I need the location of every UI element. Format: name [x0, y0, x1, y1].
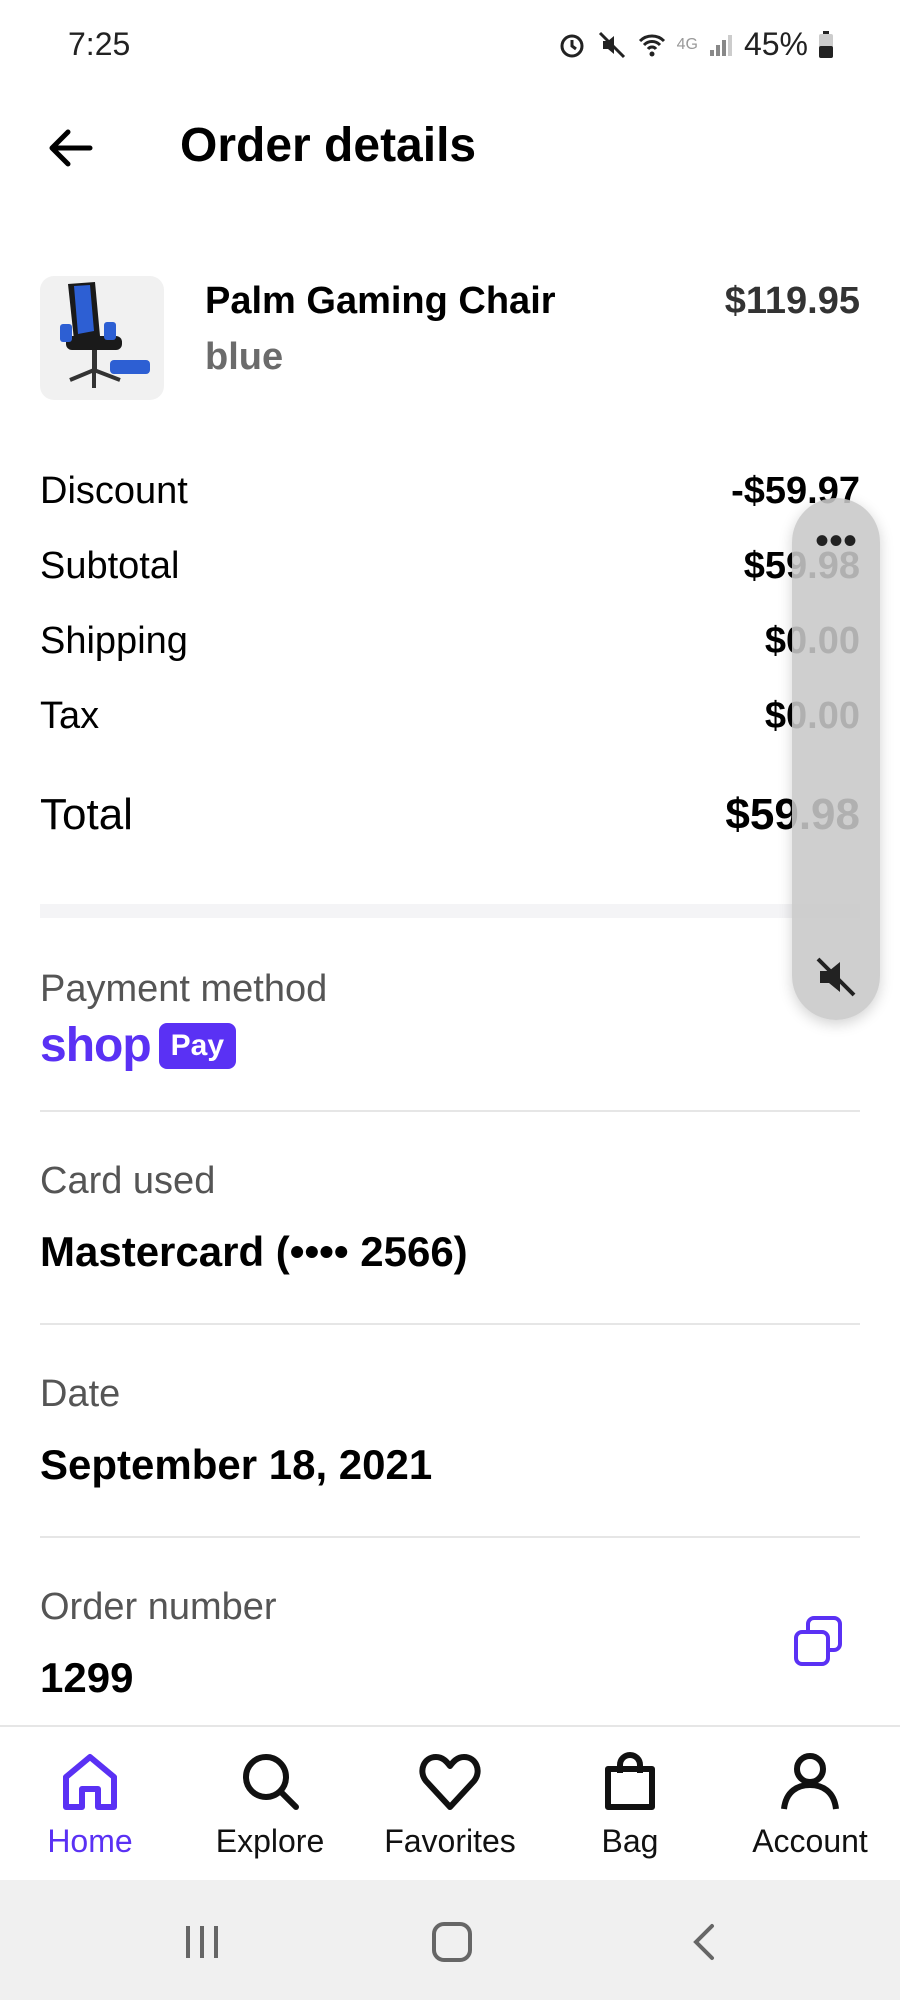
subtotal-label: Subtotal [40, 545, 180, 587]
nav-bag-label: Bag [601, 1823, 659, 1859]
page-title: Order details [180, 119, 477, 172]
copy-icon[interactable] [790, 1614, 846, 1670]
battery-icon [819, 30, 833, 58]
nav-home[interactable]: Home [0, 1747, 180, 1860]
section-separator [40, 904, 860, 918]
tax-label: Tax [40, 695, 100, 737]
bag-icon [605, 1752, 655, 1810]
wifi-icon [638, 34, 665, 56]
nav-explore[interactable]: Explore [180, 1747, 360, 1860]
nav-favorites[interactable]: Favorites [360, 1747, 540, 1860]
product-thumbnail[interactable] [40, 276, 164, 400]
payment-method-label: Payment method [40, 968, 328, 1010]
system-navigation-bar [0, 1880, 900, 2000]
mute-icon [598, 31, 625, 58]
card-used-label: Card used [40, 1160, 216, 1202]
product-variant: blue [205, 336, 284, 378]
system-back-icon[interactable] [682, 1918, 730, 1966]
divider [40, 1110, 860, 1112]
alarm-icon [560, 34, 584, 57]
date-label: Date [40, 1373, 121, 1415]
more-options-icon[interactable]: ••• [792, 521, 880, 561]
card-used-value: Mastercard (•••• 2566) [40, 1228, 468, 1275]
divider [40, 1536, 860, 1538]
date-value: September 18, 2021 [40, 1441, 433, 1488]
nav-favorites-label: Favorites [384, 1823, 516, 1859]
recent-apps-icon[interactable] [178, 1918, 226, 1966]
nav-bag[interactable]: Bag [540, 1747, 720, 1860]
nav-account[interactable]: Account [720, 1747, 900, 1860]
status-time: 7:25 [68, 26, 131, 62]
product-price: $119.95 [724, 280, 860, 322]
status-bar: 7:25 4G 45% [0, 0, 900, 95]
home-icon [63, 1754, 117, 1810]
product-name[interactable]: Palm Gaming Chair [205, 280, 556, 323]
shop-pay-badge: Pay [158, 1022, 237, 1069]
search-icon [243, 1754, 299, 1810]
shop-pay-word: shop [40, 1019, 152, 1072]
heart-icon [419, 1754, 481, 1810]
back-arrow-icon[interactable] [44, 122, 96, 174]
shipping-label: Shipping [40, 620, 188, 662]
battery-percent: 45% [743, 26, 808, 62]
network-type: 4G [676, 35, 698, 53]
bottom-navigation: Home Explore Favorites Bag Account [0, 1725, 900, 1882]
account-icon [781, 1753, 839, 1810]
status-icons: 4G 45% [557, 26, 834, 63]
shop-pay-logo: shop Pay [40, 1018, 237, 1073]
order-number-label: Order number [40, 1586, 277, 1628]
nav-home-label: Home [47, 1823, 133, 1859]
mute-icon[interactable] [812, 953, 860, 1001]
discount-label: Discount [40, 470, 188, 512]
floating-control-panel[interactable]: ••• [792, 498, 880, 1020]
signal-icon [709, 34, 732, 56]
nav-account-label: Account [752, 1823, 868, 1859]
total-label: Total [40, 790, 133, 839]
home-button-icon[interactable] [428, 1918, 476, 1966]
order-number-value: 1299 [40, 1654, 134, 1701]
divider [40, 1323, 860, 1325]
nav-explore-label: Explore [215, 1823, 325, 1859]
